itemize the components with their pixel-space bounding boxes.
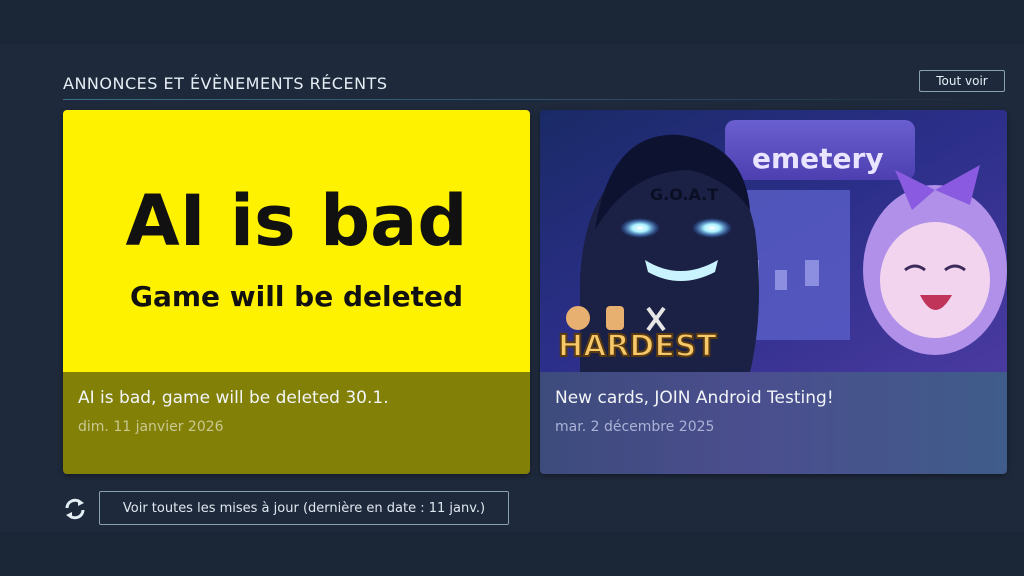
image-headline: AI is bad xyxy=(125,180,468,262)
tombstone xyxy=(805,260,819,286)
image-subline: Game will be deleted xyxy=(129,280,464,313)
rock-hand-icon xyxy=(566,306,590,330)
see-all-button[interactable]: Tout voir xyxy=(919,70,1005,92)
top-band xyxy=(0,0,1024,44)
announcement-card[interactable]: AI is bad Game will be deleted AI is bad… xyxy=(63,110,530,474)
glowing-eye xyxy=(692,218,732,238)
paper-hand-icon xyxy=(606,306,624,330)
card-title: AI is bad, game will be deleted 30.1. xyxy=(78,388,389,408)
banner-text: emetery xyxy=(752,142,884,175)
card-date: mar. 2 décembre 2025 xyxy=(555,419,715,435)
card-image: AI is bad Game will be deleted xyxy=(63,110,530,372)
card-image: emetery G.O.A.T HARDEST xyxy=(540,110,1007,372)
section-title: ANNONCES ET ÉVÈNEMENTS RÉCENTS xyxy=(63,74,388,93)
view-all-updates-button[interactable]: Voir toutes les mises à jour (dernière e… xyxy=(99,491,509,525)
card-date: dim. 11 janvier 2026 xyxy=(78,419,224,435)
tombstone xyxy=(775,270,787,290)
section-divider xyxy=(63,99,1007,100)
announcement-card[interactable]: emetery G.O.A.T HARDEST New cards, JOIN … xyxy=(540,110,1007,474)
refresh-icon[interactable] xyxy=(63,497,87,521)
anime-girl-face xyxy=(880,222,990,338)
glowing-eye xyxy=(620,218,660,238)
bottom-band xyxy=(0,532,1024,576)
goat-tag: G.O.A.T xyxy=(650,185,718,204)
card-title: New cards, JOIN Android Testing! xyxy=(555,388,834,408)
hardest-logo: HARDEST xyxy=(558,329,717,364)
